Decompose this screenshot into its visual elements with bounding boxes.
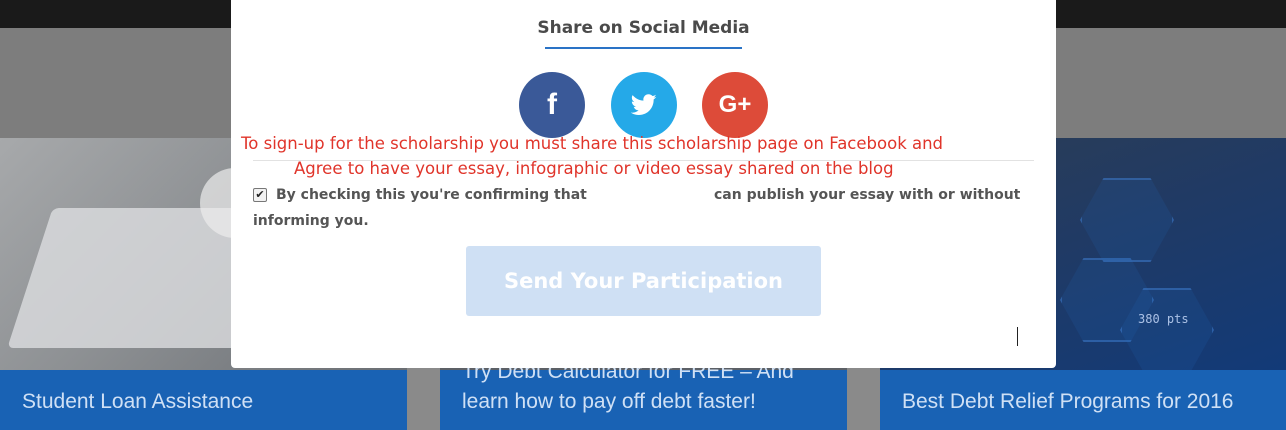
signup-notice-line1: To sign-up for the scholarship you must … bbox=[241, 134, 944, 153]
text-cursor bbox=[1017, 327, 1018, 346]
hexagon-graphic bbox=[1080, 178, 1174, 262]
card-title-debt-relief[interactable]: Best Debt Relief Programs for 2016 bbox=[902, 387, 1234, 417]
card-title-student-loan[interactable]: Student Loan Assistance bbox=[22, 387, 253, 417]
share-title: Share on Social Media bbox=[537, 18, 750, 38]
confirm-text-part1: By checking this you're confirming that bbox=[276, 187, 587, 203]
confirm-checkbox[interactable]: ✔ bbox=[253, 188, 267, 202]
twitter-icon bbox=[631, 94, 657, 115]
google-plus-icon: G+ bbox=[718, 91, 752, 118]
hex-label: 380 pts bbox=[1138, 312, 1189, 326]
signup-notice-line2: Agree to have your essay, infographic or… bbox=[294, 159, 894, 178]
facebook-icon: f bbox=[547, 88, 557, 121]
send-participation-button[interactable]: Send Your Participation bbox=[466, 246, 821, 316]
facebook-share-button[interactable]: f bbox=[519, 72, 585, 138]
title-underline bbox=[545, 47, 742, 49]
twitter-share-button[interactable] bbox=[611, 72, 677, 138]
google-plus-share-button[interactable]: G+ bbox=[702, 72, 768, 138]
confirm-text-part3: informing you. bbox=[253, 213, 369, 229]
confirm-text-part2: can publish your essay with or without bbox=[714, 187, 1021, 203]
